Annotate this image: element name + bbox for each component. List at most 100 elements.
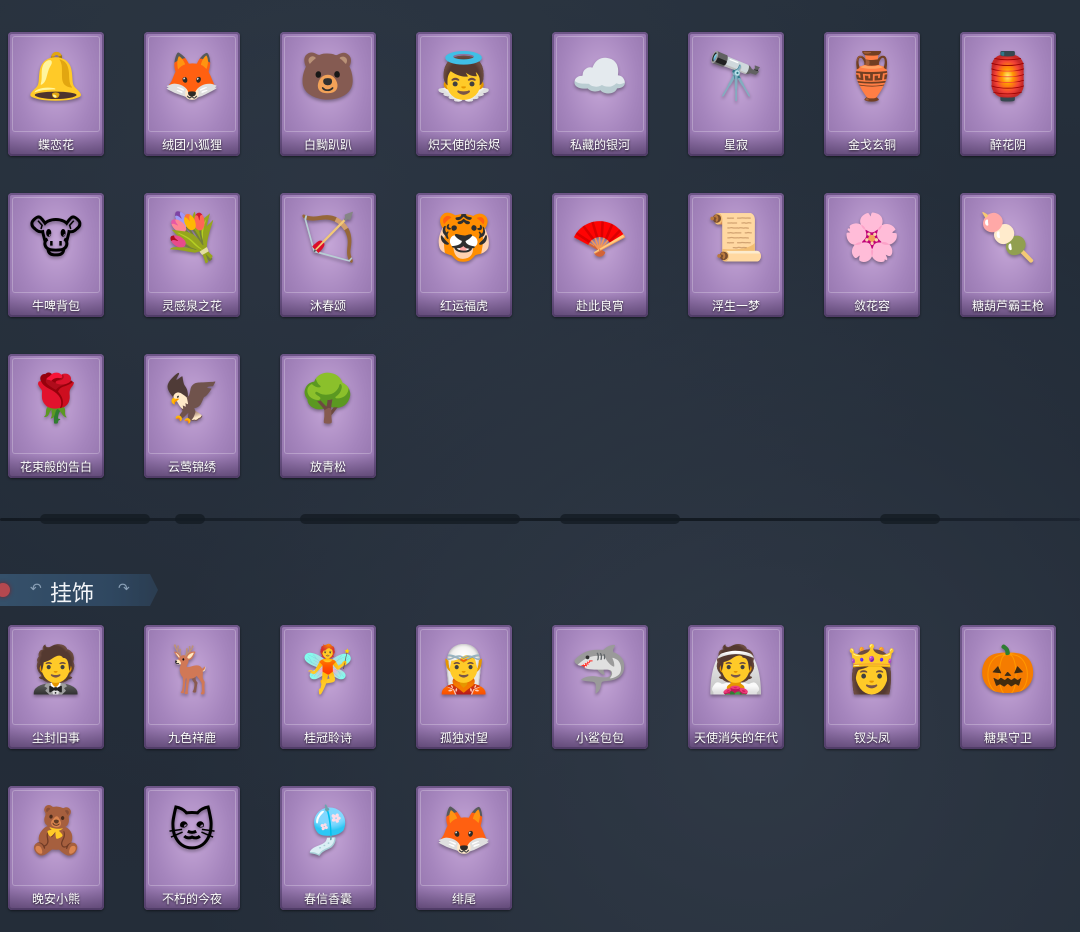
- item-card[interactable]: 🌳 放青松: [280, 354, 376, 478]
- item-card[interactable]: 🐻 白黝趴趴: [280, 32, 376, 156]
- item-thumbnail-icon: 🎃: [979, 642, 1037, 696]
- item-label: 绯尾: [451, 891, 476, 906]
- item-label-bar: 灵感泉之花: [144, 293, 240, 317]
- item-label-bar: 糖葫芦霸王枪: [960, 293, 1056, 317]
- item-label-bar: 尘封旧事: [8, 725, 104, 749]
- item-label: 敛花容: [853, 298, 890, 313]
- item-label-bar: 星寂: [688, 132, 784, 156]
- item-label-bar: 沐春颂: [280, 293, 376, 317]
- item-thumbnail-icon: 🧸: [27, 803, 85, 857]
- item-card[interactable]: 🏹 沐春颂: [280, 193, 376, 317]
- item-label-bar: 孤独对望: [416, 725, 512, 749]
- item-thumbnail-icon: 🎐: [299, 803, 357, 857]
- item-label-bar: 炽天使的余烬: [416, 132, 512, 156]
- item-label: 星寂: [723, 137, 748, 152]
- item-label: 灵感泉之花: [161, 298, 222, 313]
- swirl-left-icon: ↶: [30, 581, 42, 597]
- item-card[interactable]: 🧸 晚安小熊: [8, 786, 104, 910]
- item-thumbnail-icon: 🐱: [168, 803, 216, 857]
- item-thumbnail-icon: 🔔: [27, 49, 85, 103]
- item-label-bar: 桂冠聆诗: [280, 725, 376, 749]
- pendant-grid: 🤵 尘封旧事 🦌 九色祥鹿 🧚 桂冠聆诗 🧝 孤独对望 🦈 小鲨包包 👰 天使消失的年代 👸 钗头凤 🎃 糖果…: [0, 625, 1056, 910]
- item-label: 金戈玄铜: [847, 137, 896, 152]
- item-label: 放青松: [309, 459, 346, 474]
- item-label: 糖葫芦霸王枪: [971, 298, 1044, 313]
- item-label: 浮生一梦: [711, 298, 760, 313]
- section-title: 挂饰: [50, 582, 95, 607]
- item-thumbnail-icon: 🐮: [28, 210, 84, 264]
- item-thumbnail-icon: 🪭: [571, 210, 629, 264]
- item-card[interactable]: 🦅 云莺锦绣: [144, 354, 240, 478]
- item-card[interactable]: 👼 炽天使的余烬: [416, 32, 512, 156]
- item-thumbnail-icon: 🦊: [163, 49, 221, 103]
- item-card[interactable]: 🔭 星寂: [688, 32, 784, 156]
- item-label: 炽天使的余烬: [427, 137, 500, 152]
- item-label-bar: 蝶恋花: [8, 132, 104, 156]
- item-thumbnail-icon: 🦊: [435, 803, 493, 857]
- item-card[interactable]: 🌹 花束般的告白: [8, 354, 104, 478]
- item-label-bar: 私藏的银河: [552, 132, 648, 156]
- item-card[interactable]: 🦊 绯尾: [416, 786, 512, 910]
- item-label: 天使消失的年代: [693, 730, 778, 745]
- item-label: 不朽的今夜: [161, 891, 222, 906]
- item-card[interactable]: 🪭 赴此良宵: [552, 193, 648, 317]
- red-dot-icon: [0, 583, 10, 597]
- item-card[interactable]: 🏺 金戈玄铜: [824, 32, 920, 156]
- item-card[interactable]: 🦊 绒团小狐狸: [144, 32, 240, 156]
- section-header-pendants: ↶ 挂饰 ↷: [0, 574, 158, 606]
- item-card[interactable]: 🍡 糖葫芦霸王枪: [960, 193, 1056, 317]
- item-label-bar: 绒团小狐狸: [144, 132, 240, 156]
- item-thumbnail-icon: 🌹: [27, 371, 85, 425]
- item-thumbnail-icon: 💐: [163, 210, 221, 264]
- swirl-right-icon: ↷: [118, 581, 130, 597]
- item-label-bar: 不朽的今夜: [144, 886, 240, 910]
- item-label-bar: 敛花容: [824, 293, 920, 317]
- item-card[interactable]: 💐 灵感泉之花: [144, 193, 240, 317]
- item-card[interactable]: 🦈 小鲨包包: [552, 625, 648, 749]
- item-card[interactable]: 📜 浮生一梦: [688, 193, 784, 317]
- item-thumbnail-icon: 🦅: [163, 371, 221, 425]
- item-label: 白黝趴趴: [303, 137, 352, 152]
- item-card[interactable]: 🐮 牛啤背包: [8, 193, 104, 317]
- item-label: 尘封旧事: [31, 730, 80, 745]
- item-thumbnail-icon: 🌳: [299, 371, 357, 425]
- item-thumbnail-icon: 👼: [435, 49, 493, 103]
- item-label-bar: 金戈玄铜: [824, 132, 920, 156]
- item-label: 私藏的银河: [569, 137, 630, 152]
- item-label: 九色祥鹿: [167, 730, 216, 745]
- item-card[interactable]: ☁️ 私藏的银河: [552, 32, 648, 156]
- item-label-bar: 天使消失的年代: [688, 725, 784, 749]
- item-thumbnail-icon: 🍡: [979, 210, 1037, 264]
- item-card[interactable]: 🎃 糖果守卫: [960, 625, 1056, 749]
- item-card[interactable]: 👰 天使消失的年代: [688, 625, 784, 749]
- item-label-bar: 红运福虎: [416, 293, 512, 317]
- item-thumbnail-icon: ☁️: [571, 49, 629, 103]
- section-divider: [0, 510, 1080, 528]
- item-label: 小鲨包包: [575, 730, 624, 745]
- item-card[interactable]: 🐱 不朽的今夜: [144, 786, 240, 910]
- item-card[interactable]: 🤵 尘封旧事: [8, 625, 104, 749]
- item-label: 孤独对望: [439, 730, 488, 745]
- item-thumbnail-icon: 🏮: [979, 49, 1037, 103]
- item-label: 沐春颂: [309, 298, 346, 313]
- item-label: 钗头凤: [853, 730, 890, 745]
- item-card[interactable]: 🌸 敛花容: [824, 193, 920, 317]
- item-thumbnail-icon: 🐻: [299, 49, 357, 103]
- item-card[interactable]: 🐯 红运福虎: [416, 193, 512, 317]
- item-thumbnail-icon: 🦈: [571, 642, 629, 696]
- item-card[interactable]: 🦌 九色祥鹿: [144, 625, 240, 749]
- item-thumbnail-icon: 🦌: [163, 642, 221, 696]
- item-card[interactable]: 🔔 蝶恋花: [8, 32, 104, 156]
- item-label-bar: 小鲨包包: [552, 725, 648, 749]
- item-label-bar: 钗头凤: [824, 725, 920, 749]
- item-label: 桂冠聆诗: [303, 730, 352, 745]
- item-card[interactable]: 🧚 桂冠聆诗: [280, 625, 376, 749]
- item-card[interactable]: 🧝 孤独对望: [416, 625, 512, 749]
- item-label: 花束般的告白: [19, 459, 92, 474]
- item-thumbnail-icon: 🧝: [435, 642, 493, 696]
- item-label-bar: 九色祥鹿: [144, 725, 240, 749]
- item-card[interactable]: 👸 钗头凤: [824, 625, 920, 749]
- item-label: 蝶恋花: [37, 137, 74, 152]
- item-card[interactable]: 🎐 春信香囊: [280, 786, 376, 910]
- item-card[interactable]: 🏮 醉花阴: [960, 32, 1056, 156]
